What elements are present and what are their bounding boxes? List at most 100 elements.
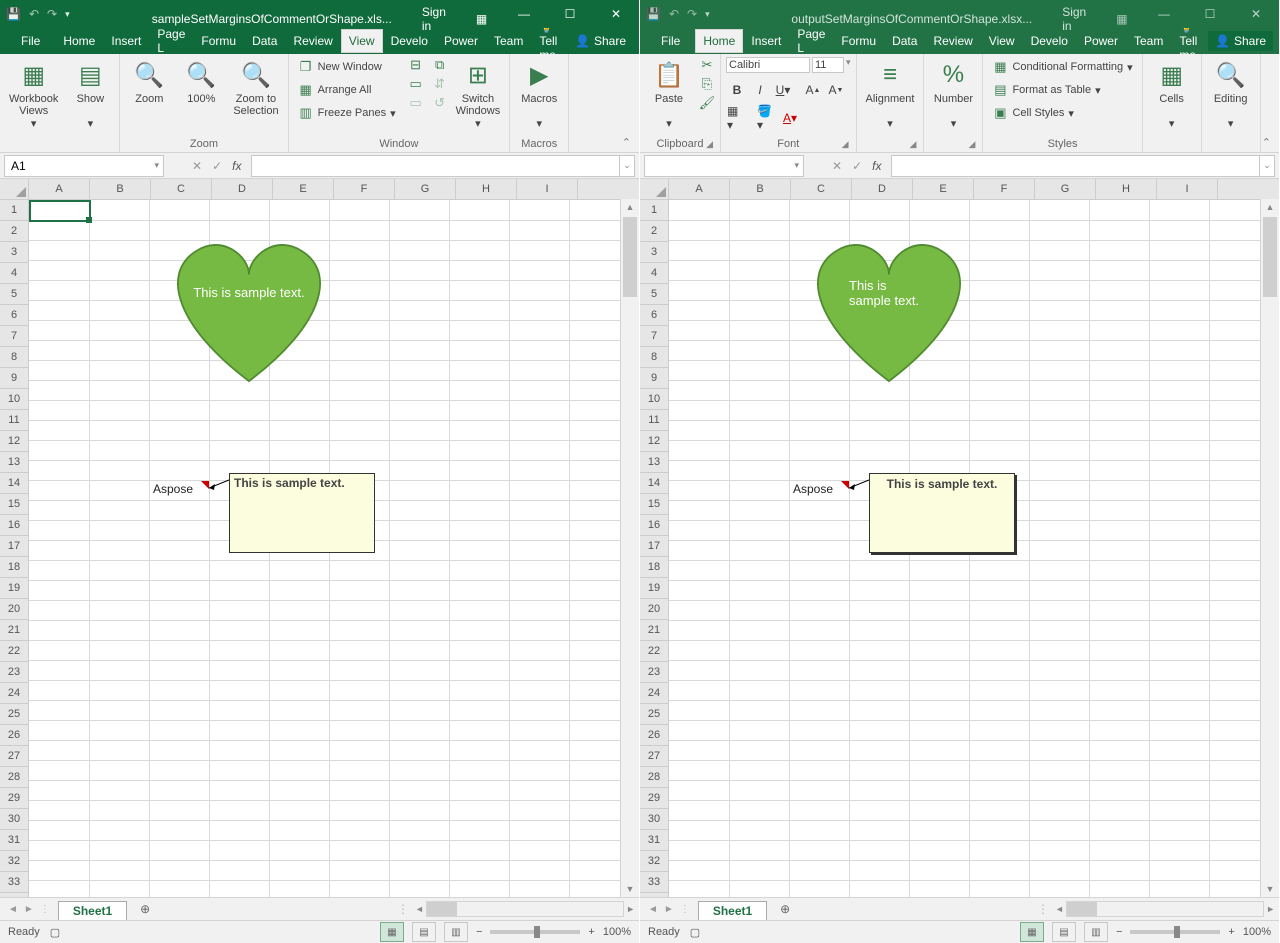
underline-button[interactable]: U ▾ bbox=[772, 79, 794, 101]
copy-icon[interactable]: ⎘ bbox=[699, 76, 715, 92]
qat-customize-icon[interactable]: ▾ bbox=[705, 9, 710, 20]
row-header[interactable]: 33 bbox=[0, 872, 28, 893]
row-header[interactable]: 27 bbox=[0, 746, 28, 767]
editing-button[interactable]: 🔍Editing▾ bbox=[1207, 57, 1255, 132]
row-header[interactable]: 7 bbox=[0, 326, 28, 347]
enter-icon[interactable]: ✓ bbox=[852, 159, 862, 173]
grow-font-icon[interactable]: A▲ bbox=[802, 79, 824, 101]
borders-button[interactable]: ▦ ▾ bbox=[726, 107, 748, 129]
tab-nav-last-icon[interactable]: ► bbox=[24, 904, 34, 915]
row-header[interactable]: 34 bbox=[0, 893, 28, 897]
row-header[interactable]: 21 bbox=[640, 620, 668, 641]
fill-color-button[interactable]: 🪣 ▾ bbox=[756, 107, 778, 129]
row-header[interactable]: 19 bbox=[640, 578, 668, 599]
heart-shape[interactable]: This is sample text. bbox=[159, 230, 339, 390]
share-button[interactable]: 👤Share bbox=[1208, 31, 1273, 51]
row-header[interactable]: 22 bbox=[0, 641, 28, 662]
collapse-ribbon-icon[interactable]: ⌃ bbox=[1262, 136, 1271, 149]
row-header[interactable]: 30 bbox=[0, 809, 28, 830]
zoom-selection-button[interactable]: 🔍Zoom to Selection bbox=[229, 57, 282, 119]
close-button[interactable]: ✕ bbox=[1233, 0, 1279, 28]
undo-icon[interactable]: ↶ bbox=[29, 7, 39, 21]
redo-icon[interactable]: ↷ bbox=[47, 7, 57, 21]
zoom-level[interactable]: 100% bbox=[1243, 926, 1271, 938]
alignment-button[interactable]: ≡Alignment▾ bbox=[862, 57, 919, 132]
row-header[interactable]: 12 bbox=[0, 431, 28, 452]
zoom-button[interactable]: 🔍Zoom bbox=[125, 57, 173, 107]
maximize-button[interactable]: ☐ bbox=[547, 0, 593, 28]
font-size-combo[interactable] bbox=[812, 57, 844, 73]
tab-nav-last-icon[interactable]: ► bbox=[664, 904, 674, 915]
conditional-formatting-button[interactable]: ▦Conditional Formatting ▾ bbox=[988, 57, 1136, 77]
page-break-icon[interactable]: ▥ bbox=[444, 922, 468, 942]
tab-nav-first-icon[interactable]: ◄ bbox=[648, 904, 658, 915]
row-header[interactable]: 8 bbox=[0, 347, 28, 368]
share-button[interactable]: 👤Share bbox=[568, 31, 633, 51]
row-header[interactable]: 16 bbox=[0, 515, 28, 536]
col-header[interactable]: G bbox=[395, 179, 456, 199]
row-header[interactable]: 25 bbox=[640, 704, 668, 725]
row-header[interactable]: 19 bbox=[0, 578, 28, 599]
cell-styles-button[interactable]: ▣Cell Styles ▾ bbox=[988, 103, 1136, 123]
row-header[interactable]: 28 bbox=[0, 767, 28, 788]
col-header[interactable]: A bbox=[669, 179, 730, 199]
new-sheet-button[interactable]: ⊕ bbox=[775, 899, 795, 919]
macro-record-icon[interactable]: ▢ bbox=[50, 926, 60, 939]
ribbon-tab-insert[interactable]: Insert bbox=[103, 29, 149, 53]
name-box-input[interactable] bbox=[649, 158, 753, 174]
horizontal-scrollbar[interactable]: ◄► bbox=[415, 901, 639, 917]
row-header[interactable]: 3 bbox=[640, 242, 668, 263]
undo-icon[interactable]: ↶ bbox=[669, 7, 679, 21]
row-header[interactable]: 30 bbox=[640, 809, 668, 830]
col-header[interactable]: H bbox=[456, 179, 517, 199]
number-button[interactable]: %Number▾ bbox=[929, 57, 977, 132]
format-painter-icon[interactable]: 🖌 bbox=[699, 95, 715, 111]
paste-button[interactable]: 📋Paste▾ bbox=[645, 57, 693, 132]
row-header[interactable]: 23 bbox=[0, 662, 28, 683]
signin-link[interactable]: Sign in bbox=[1062, 5, 1086, 33]
row-header[interactable]: 3 bbox=[0, 242, 28, 263]
minimize-button[interactable]: — bbox=[501, 0, 547, 28]
workbook-views-button[interactable]: ▦Workbook Views ▾ bbox=[5, 57, 62, 132]
col-header[interactable]: I bbox=[1157, 179, 1218, 199]
col-header[interactable]: D bbox=[212, 179, 273, 199]
format-as-table-button[interactable]: ▤Format as Table ▾ bbox=[988, 80, 1136, 100]
col-header[interactable]: H bbox=[1096, 179, 1157, 199]
row-header[interactable]: 2 bbox=[0, 221, 28, 242]
cancel-icon[interactable]: ✕ bbox=[832, 159, 842, 173]
col-header[interactable]: B bbox=[730, 179, 791, 199]
row-header[interactable]: 6 bbox=[640, 305, 668, 326]
row-header[interactable]: 22 bbox=[640, 641, 668, 662]
row-header[interactable]: 29 bbox=[640, 788, 668, 809]
heart-shape[interactable]: This is sample text. bbox=[799, 230, 979, 390]
fx-icon[interactable]: fx bbox=[872, 159, 881, 173]
row-header[interactable]: 13 bbox=[0, 452, 28, 473]
zoom-slider[interactable] bbox=[1130, 930, 1220, 934]
zoom-out-icon[interactable]: − bbox=[1116, 926, 1122, 938]
ribbon-tab-home[interactable]: Home bbox=[55, 29, 103, 53]
font-color-button[interactable]: A ▾ bbox=[779, 107, 801, 129]
switch-windows-button[interactable]: ⊞Switch Windows ▾ bbox=[452, 57, 505, 132]
hide-icon[interactable]: ▭ bbox=[408, 76, 424, 92]
page-layout-icon[interactable]: ▤ bbox=[1052, 922, 1076, 942]
zoom-100-button[interactable]: 🔍100% bbox=[177, 57, 225, 107]
row-header[interactable]: 15 bbox=[640, 494, 668, 515]
row-header[interactable]: 20 bbox=[0, 599, 28, 620]
tab-nav-first-icon[interactable]: ◄ bbox=[8, 904, 18, 915]
row-header[interactable]: 6 bbox=[0, 305, 28, 326]
row-header[interactable]: 32 bbox=[640, 851, 668, 872]
sheet-tab[interactable]: Sheet1 bbox=[58, 901, 127, 920]
row-header[interactable]: 12 bbox=[640, 431, 668, 452]
row-header[interactable]: 27 bbox=[640, 746, 668, 767]
col-header[interactable]: F bbox=[334, 179, 395, 199]
row-header[interactable]: 24 bbox=[0, 683, 28, 704]
row-header[interactable]: 10 bbox=[640, 389, 668, 410]
normal-view-icon[interactable]: ▦ bbox=[1020, 922, 1044, 942]
select-all-corner[interactable] bbox=[0, 179, 29, 199]
bold-button[interactable]: B bbox=[726, 79, 748, 101]
cut-icon[interactable]: ✂ bbox=[699, 57, 715, 73]
reset-pos-icon[interactable]: ↺ bbox=[432, 95, 448, 111]
row-header[interactable]: 17 bbox=[0, 536, 28, 557]
zoom-slider[interactable] bbox=[490, 930, 580, 934]
qat-customize-icon[interactable]: ▾ bbox=[65, 9, 70, 20]
